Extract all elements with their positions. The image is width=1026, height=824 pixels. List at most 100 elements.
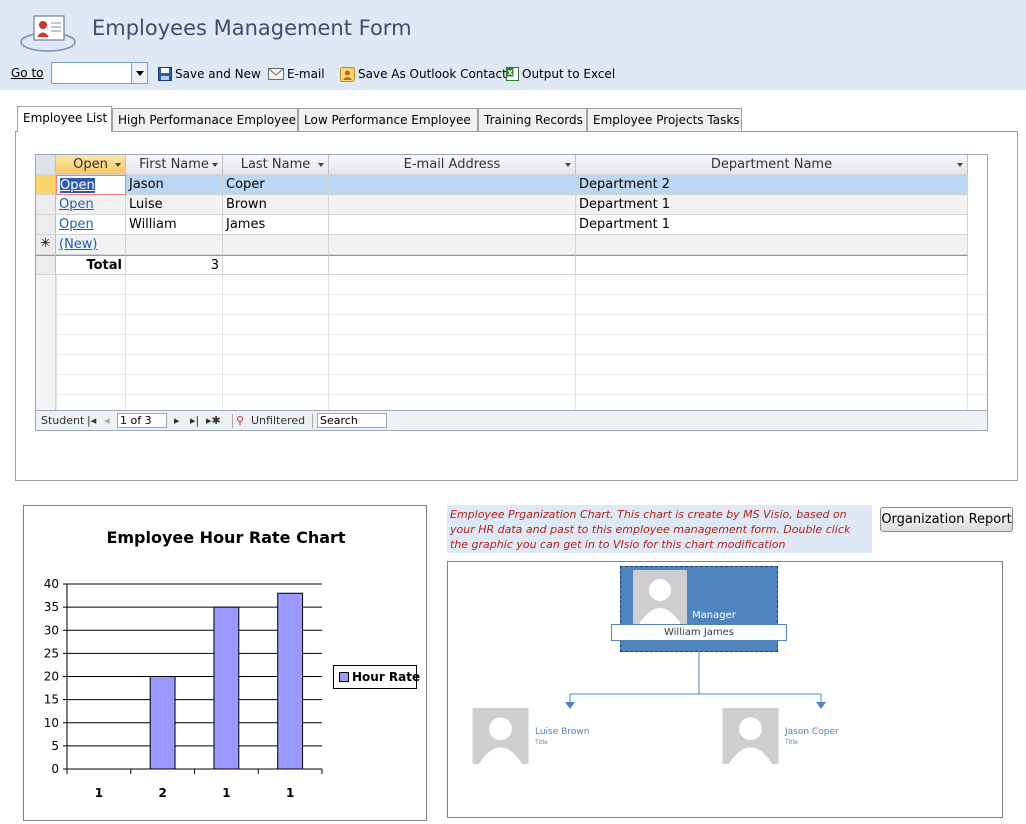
column-header-email-address[interactable]: E-mail Address <box>329 155 576 175</box>
y-tick-label: 20 <box>44 670 59 684</box>
search-input[interactable]: Search <box>317 413 387 428</box>
new-blank-record-icon[interactable]: ▸✱ <box>206 414 221 427</box>
chevron-down-icon[interactable] <box>318 163 324 167</box>
chart-legend: Hour Rate <box>333 665 420 689</box>
tab-low-performance-employee[interactable]: Low Performance Employee <box>298 108 478 131</box>
sort-filter-icon[interactable] <box>212 163 218 167</box>
legend-swatch <box>339 672 349 682</box>
table-row-first-name[interactable]: Jason <box>126 175 223 195</box>
save-outlook-contact-button[interactable]: Save As Outlook Contact <box>340 64 507 84</box>
previous-record-icon[interactable]: ◂ <box>104 414 110 427</box>
output-to-excel-label: Output to Excel <box>522 67 616 81</box>
chevron-down-icon[interactable] <box>115 163 121 167</box>
column-header-last-name[interactable]: Last Name <box>223 155 329 175</box>
unfiltered-indicator[interactable]: Unfiltered <box>251 414 305 427</box>
tab-employee-projects-tasks-label: Employee Projects Tasks <box>593 113 740 127</box>
grid-divider <box>125 275 126 410</box>
last-record-icon[interactable]: ▸| <box>190 414 199 427</box>
totals-email[interactable] <box>329 255 576 275</box>
subordinate-title: Title <box>785 739 798 746</box>
totals-department[interactable] <box>576 255 968 275</box>
grid-divider <box>222 275 223 410</box>
column-header-first-name[interactable]: First Name <box>126 155 223 175</box>
bar <box>213 606 240 770</box>
first-record-icon[interactable]: |◂ <box>87 414 96 427</box>
tab-low-performance-employee-label: Low Performance Employee <box>304 113 471 127</box>
column-header-open[interactable]: Open <box>56 155 126 175</box>
envelope-icon <box>268 68 284 80</box>
table-row-open-link[interactable]: Open <box>56 215 126 235</box>
y-tick-label: 35 <box>44 600 59 614</box>
totals-label: Total <box>56 255 126 275</box>
column-header-last-name-label: Last Name <box>240 157 311 172</box>
grid-divider <box>575 275 576 410</box>
employee-form-logo-icon <box>20 15 76 52</box>
new-record-first-name[interactable] <box>126 235 223 255</box>
bar <box>149 676 176 770</box>
new-record-asterisk-icon[interactable]: ✳ <box>36 235 56 255</box>
hour-rate-chart[interactable]: Employee Hour Rate Chart 0 5 10 15 20 25 30 35 4… <box>23 505 427 821</box>
tab-training-records[interactable]: Training Records <box>478 108 587 131</box>
next-record-icon[interactable]: ▸ <box>174 414 180 427</box>
output-to-excel-button[interactable]: X Output to Excel <box>506 64 615 84</box>
table-row-email[interactable] <box>329 195 576 215</box>
table-row-department[interactable]: Department 1 <box>576 215 968 235</box>
excel-icon: X <box>506 67 519 81</box>
new-record-department[interactable] <box>576 235 968 255</box>
chevron-down-icon[interactable] <box>957 163 963 167</box>
save-and-new-label: Save and New <box>175 67 261 81</box>
employee-datasheet[interactable]: Open First Name Last Name E-mail Address… <box>35 154 988 431</box>
table-row-email[interactable] <box>329 175 576 195</box>
column-header-department-name[interactable]: Department Name <box>576 155 968 175</box>
record-selector[interactable] <box>36 175 56 195</box>
save-outlook-contact-label: Save As Outlook Contact <box>358 67 507 81</box>
tab-high-performance-employee-label: High Performanace Employee <box>118 113 297 127</box>
table-row-last-name[interactable]: James <box>223 215 329 235</box>
org-connector-lines <box>565 652 826 709</box>
goto-combobox[interactable] <box>51 62 148 84</box>
table-row-department[interactable]: Department 2 <box>576 175 968 195</box>
chevron-down-icon[interactable] <box>565 163 571 167</box>
subordinate-avatar-icon <box>472 708 529 764</box>
table-row-open-link[interactable]: Open <box>56 175 126 195</box>
tab-high-performance-employee[interactable]: High Performanace Employee <box>112 108 298 131</box>
column-header-first-name-label: First Name <box>139 157 209 172</box>
organization-report-button[interactable]: Organization Report <box>880 507 1013 532</box>
y-tick-label: 30 <box>44 623 59 637</box>
org-chart-visio-object[interactable]: Manager William James Luise Brown Title … <box>447 561 1003 818</box>
tab-employee-list[interactable]: Employee List <box>17 106 112 132</box>
table-row-last-name[interactable]: Coper <box>223 175 329 195</box>
table-row-open-link[interactable]: Open <box>56 195 126 215</box>
table-row-first-name[interactable]: Luise <box>126 195 223 215</box>
new-record-link[interactable]: (New) <box>59 237 98 252</box>
totals-last-name[interactable] <box>223 255 329 275</box>
email-button[interactable]: E-mail <box>268 64 325 84</box>
filter-removed-icon[interactable]: ⚲ <box>236 414 244 427</box>
subordinate-title: Title <box>535 739 548 746</box>
new-record-last-name[interactable] <box>223 235 329 255</box>
tab-training-records-label: Training Records <box>484 113 583 127</box>
table-row-department[interactable]: Department 1 <box>576 195 968 215</box>
column-header-email-address-label: E-mail Address <box>403 157 501 172</box>
record-navigation-label: Student <box>41 414 85 427</box>
open-link[interactable]: Open <box>59 217 94 232</box>
bar <box>277 592 304 770</box>
empty-selector-area <box>36 275 56 410</box>
totals-count[interactable]: 3 <box>126 255 223 275</box>
grid-divider <box>967 275 968 410</box>
open-link[interactable]: Open <box>59 197 94 212</box>
new-record-link-cell[interactable]: (New) <box>56 235 126 255</box>
table-row-email[interactable] <box>329 215 576 235</box>
y-tick-label: 25 <box>44 646 59 660</box>
goto-dropdown-arrow-icon[interactable] <box>131 63 147 83</box>
table-row-first-name[interactable]: William <box>126 215 223 235</box>
record-selector[interactable] <box>36 215 56 235</box>
current-record-input[interactable]: 1 of 3 <box>117 413 167 428</box>
tab-employee-projects-tasks[interactable]: Employee Projects Tasks <box>587 108 742 131</box>
table-row-last-name[interactable]: Brown <box>223 195 329 215</box>
select-all-corner[interactable] <box>36 155 56 175</box>
open-link[interactable]: Open <box>60 178 95 193</box>
record-selector[interactable] <box>36 195 56 215</box>
save-and-new-button[interactable]: Save and New <box>158 64 261 84</box>
new-record-email[interactable] <box>329 235 576 255</box>
